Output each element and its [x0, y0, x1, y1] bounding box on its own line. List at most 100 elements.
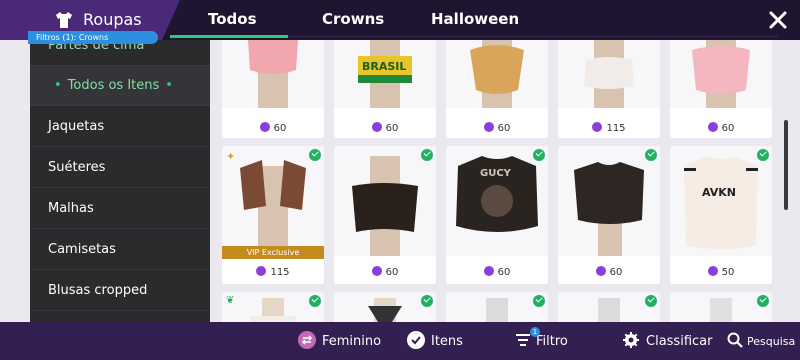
coin-icon	[483, 266, 494, 276]
price-value: 60	[273, 123, 287, 134]
shirt-print-text: AVKN	[702, 186, 737, 199]
item-thumbnail	[446, 40, 548, 108]
item-card[interactable]: AVKN 50	[670, 146, 772, 284]
item-thumbnail	[670, 292, 772, 322]
shirt-print-text: GUCY	[480, 168, 511, 179]
item-card[interactable]	[670, 292, 772, 322]
price-value: 60	[497, 267, 511, 278]
tab-divider	[288, 36, 778, 37]
star-icon: ✦	[226, 150, 236, 163]
item-card[interactable]: ❦	[222, 292, 324, 322]
filter-button[interactable]: Filtro	[514, 331, 568, 351]
sidebar-item-camisetas[interactable]: Camisetas	[30, 230, 210, 270]
tab-crowns[interactable]: Crowns	[322, 10, 384, 28]
item-card[interactable]: 60	[334, 146, 436, 284]
item-thumbnail	[222, 40, 324, 108]
sidebar-item-label: Todos os Itens	[67, 78, 160, 93]
sort-label: Classificar	[646, 334, 713, 349]
items-filter-button[interactable]: Itens	[407, 331, 463, 351]
sort-button[interactable]: Classificar	[622, 331, 712, 351]
item-thumbnail	[334, 292, 436, 322]
coin-icon	[259, 122, 270, 132]
filter-label: Filtro	[536, 334, 568, 349]
item-card[interactable]: GUCY 60	[446, 146, 548, 284]
price-value: 60	[721, 123, 735, 134]
owned-check-icon	[309, 149, 321, 161]
coin-icon	[707, 266, 718, 276]
items-label: Itens	[431, 334, 463, 349]
item-card[interactable]: 60	[222, 40, 324, 138]
active-tab-indicator	[170, 35, 288, 38]
item-card[interactable]: 60	[670, 40, 772, 138]
item-thumbnail: GUCY	[446, 146, 548, 256]
item-card[interactable]	[334, 292, 436, 322]
sidebar-item-label: Malhas	[48, 201, 94, 216]
item-price: 60	[334, 122, 436, 134]
gender-toggle-button[interactable]: Feminino	[298, 331, 381, 351]
close-icon[interactable]	[768, 10, 788, 30]
owned-check-icon	[645, 149, 657, 161]
owned-check-icon	[757, 149, 769, 161]
tab-todos[interactable]: Todos	[208, 10, 257, 28]
leaf-icon: ❦	[226, 295, 235, 306]
item-thumbnail	[558, 146, 660, 256]
coin-icon	[592, 122, 603, 132]
price-value: 50	[721, 267, 735, 278]
filter-count-badge: 1	[530, 327, 540, 337]
vip-exclusive-badge: VIP Exclusive	[222, 246, 324, 259]
item-thumbnail	[334, 146, 436, 256]
tab-halloween[interactable]: Halloween	[431, 10, 519, 28]
item-card[interactable]	[446, 292, 548, 322]
sidebar-item-sueteres[interactable]: Suéteres	[30, 148, 210, 188]
coin-icon	[595, 266, 606, 276]
active-filter-pill[interactable]: Filtros (1): Crowns	[28, 31, 158, 44]
sidebar-item-blusas-cropped[interactable]: Blusas cropped	[30, 271, 210, 311]
coin-icon	[371, 122, 382, 132]
bullet-dot-icon: •	[54, 78, 62, 93]
owned-check-icon	[421, 149, 433, 161]
item-grid: 60 BRASIL 60 60 115 60 ✦ VIP Exclusive 1…	[210, 40, 780, 322]
item-card[interactable]: 115	[558, 40, 660, 138]
sidebar-item-jaquetas[interactable]: Jaquetas	[30, 107, 210, 147]
item-thumbnail	[558, 40, 660, 108]
owned-check-icon	[757, 295, 769, 307]
swap-gender-icon	[298, 331, 316, 349]
coin-icon	[371, 266, 382, 276]
coin-icon	[256, 266, 267, 276]
search-button[interactable]: Pesquisa	[726, 331, 795, 351]
item-price: 50	[670, 266, 772, 278]
item-card[interactable]: 60	[446, 40, 548, 138]
item-price: 115	[558, 122, 660, 134]
coin-icon	[707, 122, 718, 132]
price-value: 115	[270, 267, 290, 278]
item-price: 60	[558, 266, 660, 278]
item-card[interactable]: BRASIL 60	[334, 40, 436, 138]
search-icon	[727, 332, 743, 348]
category-title: Roupas	[83, 10, 142, 29]
gear-icon	[623, 332, 639, 348]
sidebar-item-todos-os-itens[interactable]: • Todos os Itens •	[30, 66, 210, 106]
check-circle-icon	[407, 331, 425, 349]
item-card[interactable]: ✦ VIP Exclusive 115	[222, 146, 324, 284]
item-price: 60	[222, 122, 324, 134]
shirt-icon	[56, 12, 72, 28]
price-value: 115	[606, 123, 626, 134]
item-price: 60	[334, 266, 436, 278]
item-thumbnail	[670, 40, 772, 108]
owned-check-icon	[533, 295, 545, 307]
bullet-dot-icon: •	[165, 78, 173, 93]
subcategory-sidebar: Partes de cima • Todos os Itens • Jaquetas…	[30, 40, 210, 322]
sidebar-item-label: Suéteres	[48, 160, 106, 175]
owned-check-icon	[533, 149, 545, 161]
gender-label: Feminino	[322, 334, 382, 349]
item-price: 60	[446, 122, 548, 134]
sidebar-item-label: Blusas cropped	[48, 283, 148, 298]
item-card[interactable]: 60	[558, 146, 660, 284]
item-card[interactable]	[558, 292, 660, 322]
search-label: Pesquisa	[747, 335, 796, 348]
grid-scrollbar[interactable]	[784, 120, 788, 210]
item-price: 60	[670, 122, 772, 134]
shirt-print-text: BRASIL	[362, 60, 407, 73]
owned-check-icon	[421, 295, 433, 307]
sidebar-item-malhas[interactable]: Malhas	[30, 189, 210, 229]
